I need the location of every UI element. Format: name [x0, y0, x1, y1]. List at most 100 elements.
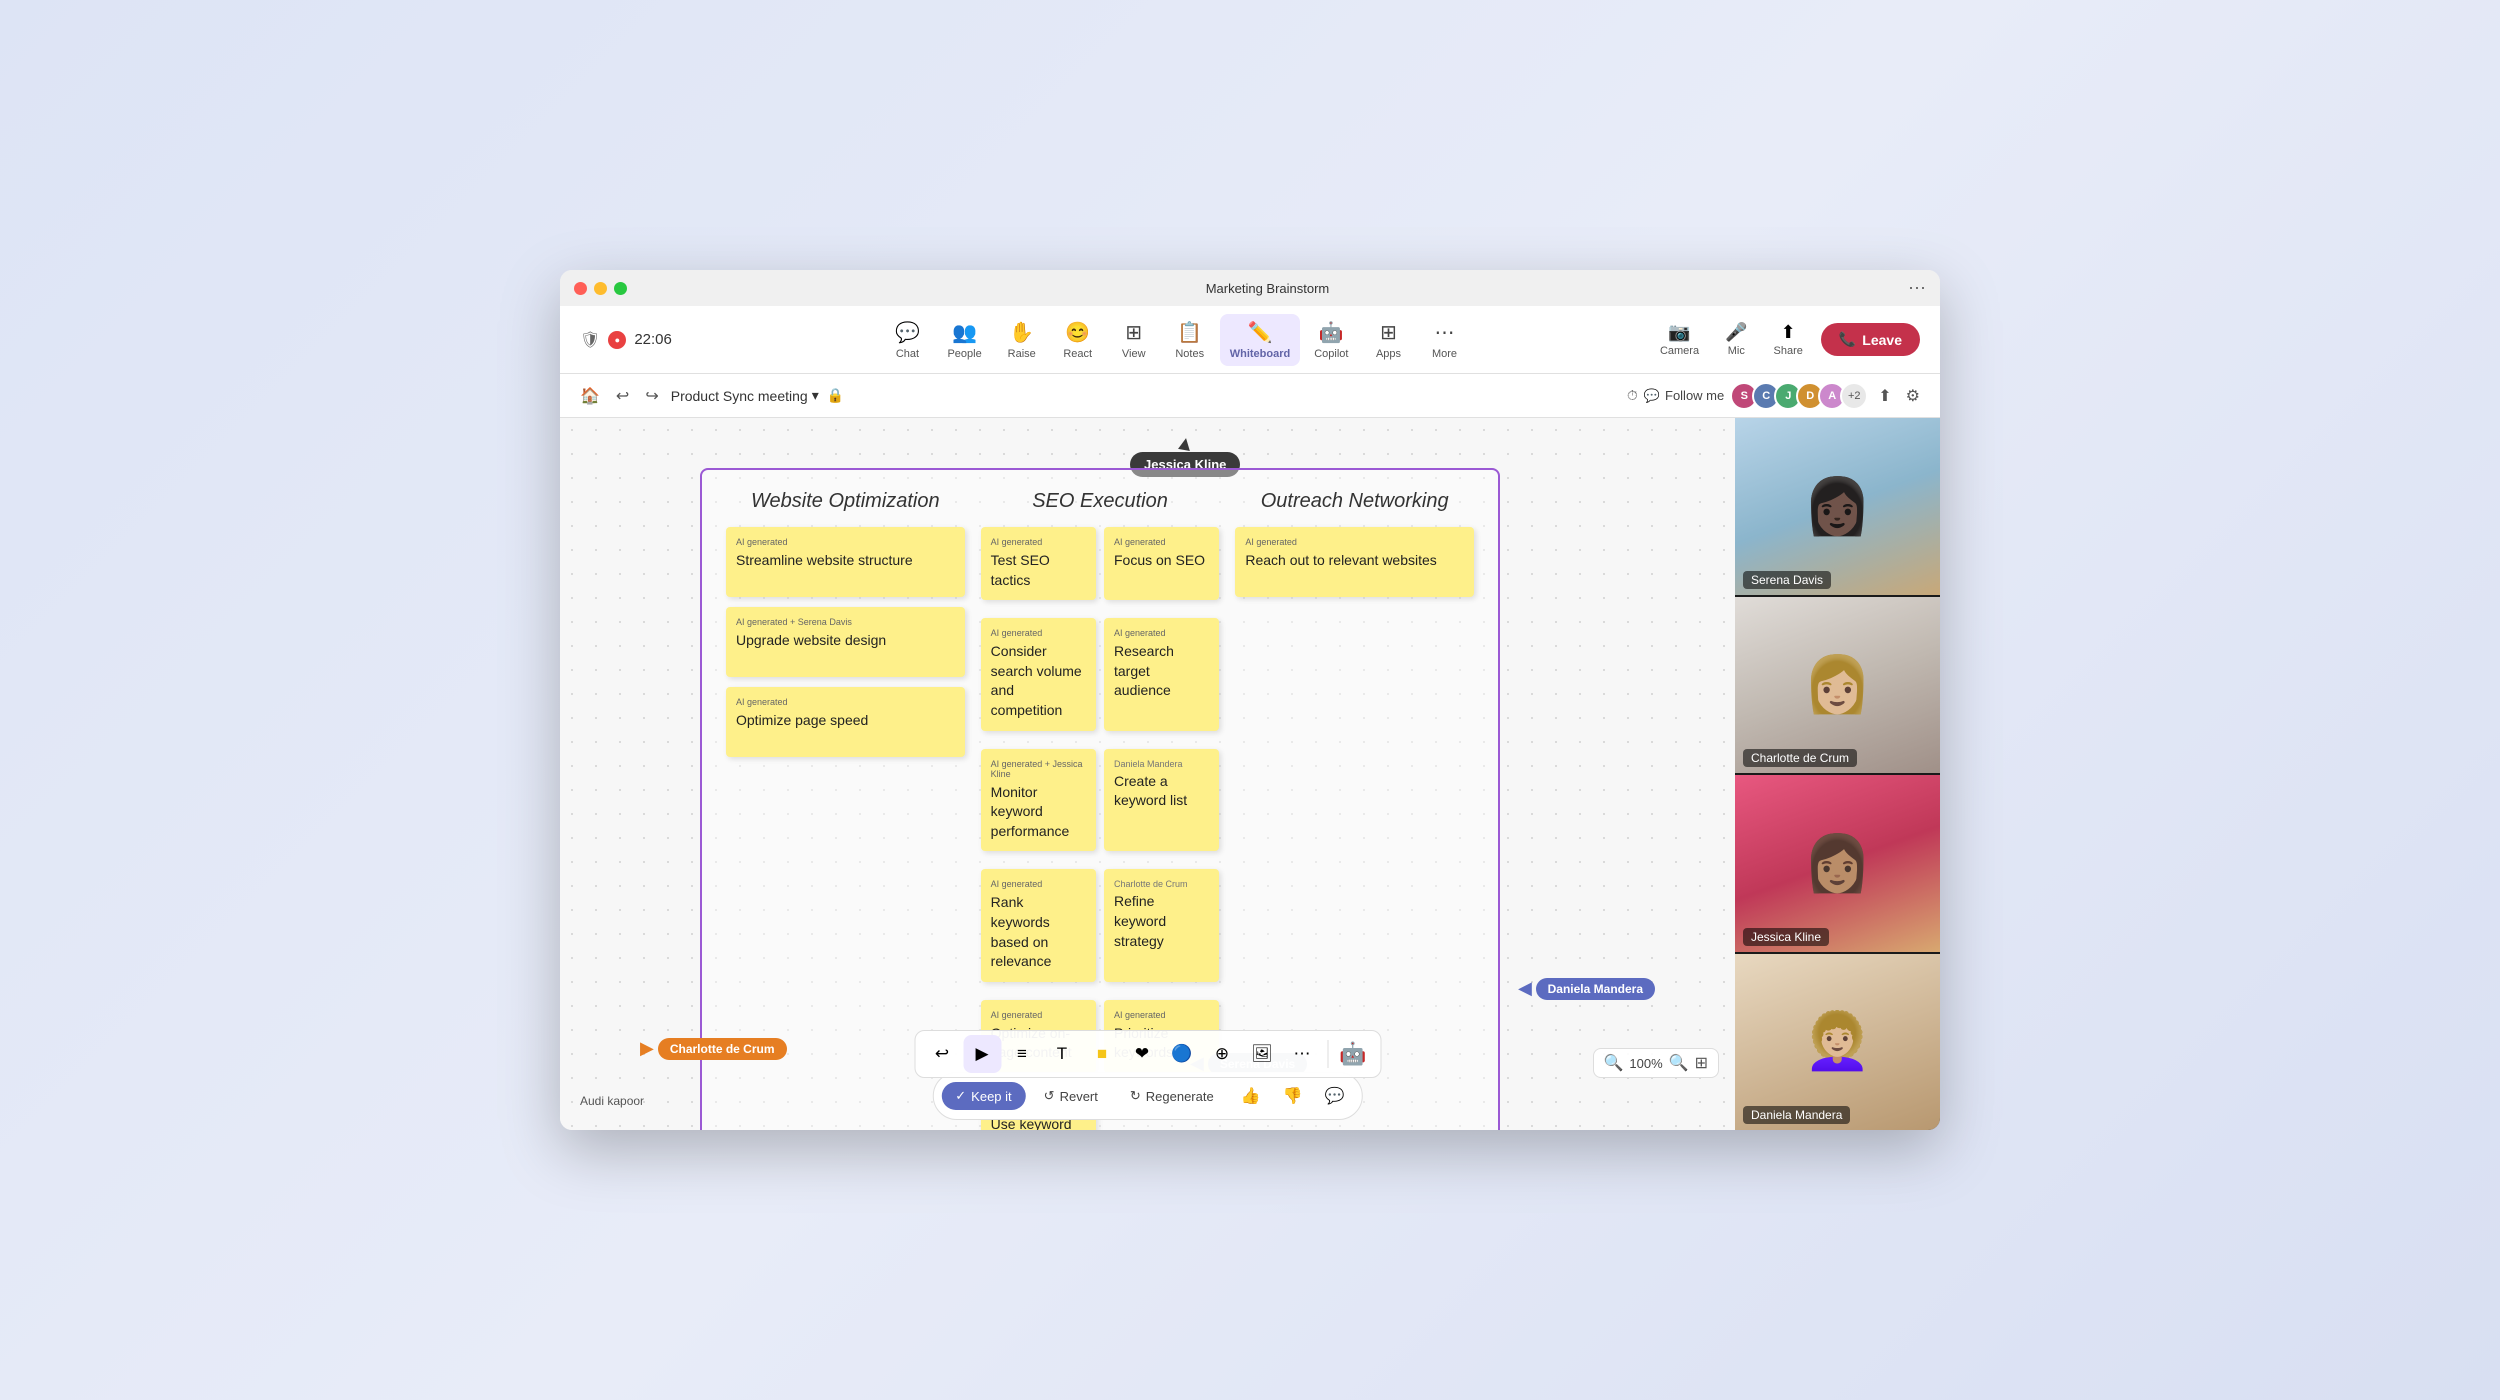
revert-button[interactable]: ↺ Revert — [1030, 1082, 1112, 1110]
maximize-button[interactable] — [614, 282, 627, 295]
sticky-note[interactable]: AI generated Optimize page speed — [726, 687, 965, 757]
serena-video: 👩🏿 — [1735, 418, 1940, 595]
mic-button[interactable]: 🎤 Mic — [1717, 318, 1755, 361]
toolbar-raise[interactable]: ✋ Raise — [996, 314, 1048, 366]
zoom-controls: 🔍 100% 🔍 ⊞ — [1593, 1048, 1720, 1078]
secondary-toolbar: 🏠 ↩ ↪ Product Sync meeting ▾ 🔒 ⏱ 💬 Follo… — [560, 374, 1940, 418]
share-icon: ⬆ — [1781, 322, 1796, 343]
zoom-in-button[interactable]: 🔍 — [1669, 1053, 1689, 1073]
more-tools[interactable]: ⋯ — [1283, 1035, 1321, 1073]
more-participants[interactable]: +2 — [1840, 382, 1868, 410]
toolbar-whiteboard[interactable]: ✏️ Whiteboard — [1220, 314, 1301, 366]
toolbar-react[interactable]: 😊 React — [1052, 314, 1104, 366]
note-text: Consider search volume and competition — [991, 643, 1082, 718]
whiteboard-icon: ✏️ — [1248, 320, 1273, 345]
undo-button[interactable]: ↩ — [612, 382, 633, 410]
sticky-note[interactable]: Daniela Mandera Create a keyword list — [1104, 749, 1219, 852]
leave-phone-icon: 📞 — [1839, 331, 1856, 348]
video-tile-serena: 👩🏿 Serena Davis — [1735, 418, 1940, 595]
pointer-tool[interactable]: ▶ — [963, 1035, 1001, 1073]
main-content: Jessica Kline Website Optimization AI ge… — [560, 418, 1940, 1130]
video-tile-charlotte: 👩🏼 Charlotte de Crum — [1735, 597, 1940, 774]
sticky-note[interactable]: AI generated Consider search volume and … — [981, 618, 1096, 730]
copilot-tool[interactable]: 🤖 — [1334, 1035, 1372, 1073]
video-panel: 👩🏿 Serena Davis 👩🏼 Charlotte de Crum 👩🏽 … — [1735, 418, 1940, 1130]
audi-label: Audi kapoor — [580, 1094, 644, 1108]
text-tool[interactable]: T — [1043, 1035, 1081, 1073]
sticky-tool[interactable]: ■ — [1083, 1035, 1121, 1073]
window-menu[interactable]: ⋯ — [1908, 278, 1926, 299]
jessica-cursor-arrow — [1178, 437, 1192, 451]
share-link-button[interactable]: ⬆ — [1874, 382, 1895, 410]
note-text: Rank keywords based on relevance — [991, 894, 1052, 969]
apps-icon: ⊞ — [1380, 320, 1397, 345]
drawing-toolbar: ↩ ▶ ≡ T ■ ❤ 🔵 ⊕ 🖼 ⋯ 🤖 — [914, 1030, 1381, 1078]
toolbar-copilot[interactable]: 🤖 Copilot — [1304, 314, 1358, 366]
home-button[interactable]: 🏠 — [576, 382, 604, 410]
sticky-note[interactable]: AI generated Rank keywords based on rele… — [981, 869, 1096, 981]
camera-icon: 📷 — [1668, 322, 1690, 343]
daniela-video: 👩🏼‍🦱 — [1735, 954, 1940, 1131]
sticky-note[interactable]: AI generated Focus on SEO — [1104, 527, 1219, 600]
close-button[interactable] — [574, 282, 587, 295]
meeting-name-dropdown[interactable]: Product Sync meeting ▾ — [671, 387, 819, 404]
author-badge: Daniela Mandera — [1114, 759, 1209, 769]
comment-button[interactable]: 💬 — [1316, 1077, 1354, 1115]
toolbar-more[interactable]: ⋯ More — [1418, 314, 1470, 366]
ai-badge: AI generated + Serena Davis — [736, 617, 955, 627]
follow-me-button[interactable]: 💬 Follow me — [1644, 388, 1724, 404]
note-text: Create a keyword list — [1114, 773, 1187, 809]
ai-badge: AI generated + Jessica Kline — [991, 759, 1086, 779]
regenerate-label: Regenerate — [1146, 1089, 1214, 1104]
serena-name: Serena Davis — [1743, 571, 1831, 589]
apps-label: Apps — [1376, 348, 1401, 360]
app-window: Marketing Brainstorm ⋯ 🛡 ● 22:06 💬 Chat … — [560, 270, 1940, 1130]
ai-badge: AI generated — [736, 537, 955, 547]
regenerate-button[interactable]: ↻ Regenerate — [1116, 1082, 1228, 1110]
copilot-icon: 🤖 — [1319, 320, 1344, 345]
meeting-name-text: Product Sync meeting — [671, 388, 808, 404]
minimize-button[interactable] — [594, 282, 607, 295]
sticky-note[interactable]: AI generated Research target audience — [1104, 618, 1219, 730]
sticky-note[interactable]: AI generated + Serena Davis Upgrade webs… — [726, 607, 965, 677]
follow-icon: 💬 — [1644, 388, 1660, 404]
toolbar-people[interactable]: 👥 People — [937, 314, 991, 366]
undo-tool[interactable]: ↩ — [923, 1035, 961, 1073]
note-text: Refine keyword strategy — [1114, 893, 1166, 948]
select-tool[interactable]: ≡ — [1003, 1035, 1041, 1073]
camera-button[interactable]: 📷 Camera — [1652, 318, 1707, 361]
connect-tool[interactable]: ⊕ — [1203, 1035, 1241, 1073]
heart-tool[interactable]: ❤ — [1123, 1035, 1161, 1073]
image-tool[interactable]: 🖼 — [1243, 1035, 1281, 1073]
jessica-name: Jessica Kline — [1743, 928, 1829, 946]
whiteboard-area[interactable]: Jessica Kline Website Optimization AI ge… — [560, 418, 1735, 1130]
settings-button[interactable]: ⚙ — [1902, 382, 1924, 410]
sticky-note[interactable]: AI generated Streamline website structur… — [726, 527, 965, 597]
col3-title: Outreach Networking — [1235, 490, 1474, 513]
sticky-note[interactable]: AI generated + Jessica Kline Monitor key… — [981, 749, 1096, 852]
react-label: React — [1063, 348, 1092, 360]
thumbs-down-button[interactable]: 👎 — [1274, 1077, 1312, 1115]
note-text: Research target audience — [1114, 643, 1174, 698]
keep-it-button[interactable]: ✓ Keep it — [941, 1082, 1025, 1110]
share-button[interactable]: ⬆ Share — [1766, 318, 1811, 361]
charlotte-cursor: ▶ Charlotte de Crum — [640, 1038, 787, 1060]
toolbar-chat[interactable]: 💬 Chat — [881, 314, 933, 366]
thumbs-up-button[interactable]: 👍 — [1232, 1077, 1270, 1115]
note-text: Test SEO tactics — [991, 552, 1050, 588]
zoom-out-button[interactable]: 🔍 — [1604, 1053, 1624, 1073]
sticky-note[interactable]: AI generated Reach out to relevant websi… — [1235, 527, 1474, 597]
toolbar-notes[interactable]: 📋 Notes — [1164, 314, 1216, 366]
sticky-note[interactable]: AI generated Test SEO tactics — [981, 527, 1096, 600]
leave-button[interactable]: 📞 Leave — [1821, 323, 1920, 356]
left-status: 🛡 ● 22:06 — [580, 330, 700, 350]
sticky-note[interactable]: Charlotte de Crum Refine keyword strateg… — [1104, 869, 1219, 981]
ai-badge: AI generated — [991, 879, 1086, 889]
redo-button[interactable]: ↪ — [641, 382, 662, 410]
view-icon: ⊞ — [1125, 320, 1142, 345]
charlotte-cursor-label: Charlotte de Crum — [658, 1038, 787, 1060]
emoji-tool[interactable]: 🔵 — [1163, 1035, 1201, 1073]
toolbar-apps[interactable]: ⊞ Apps — [1362, 314, 1414, 366]
fit-screen-button[interactable]: ⊞ — [1695, 1053, 1708, 1073]
toolbar-view[interactable]: ⊞ View — [1108, 314, 1160, 366]
